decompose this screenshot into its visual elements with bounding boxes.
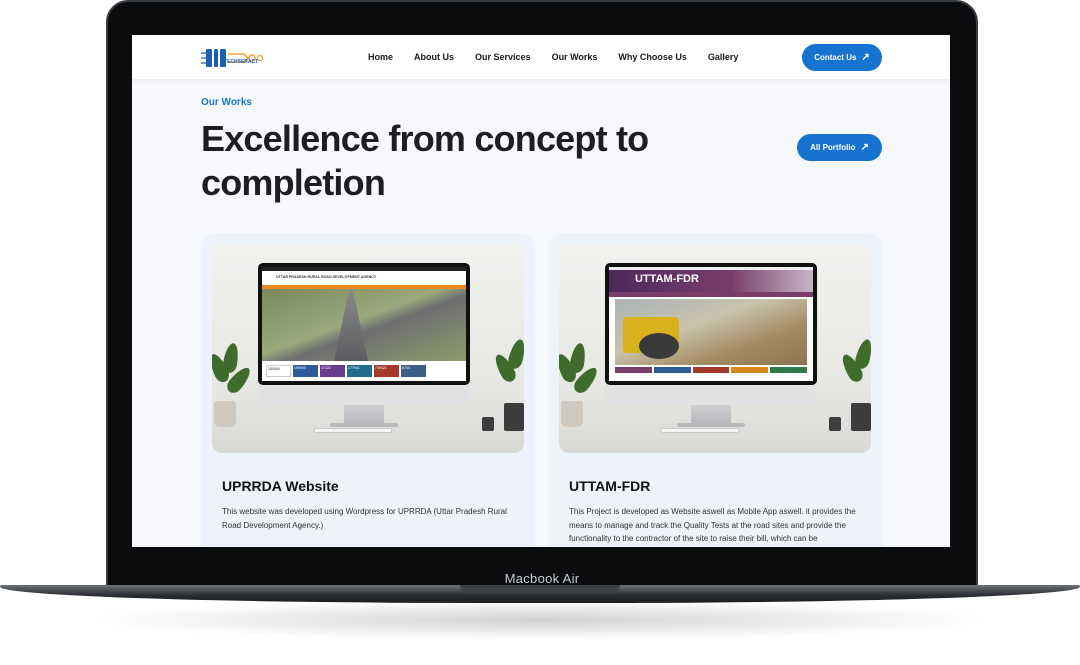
imac-foot [330, 423, 398, 427]
arrow-up-right-icon: ↗ [861, 51, 870, 63]
nav-our-works[interactable]: Our Works [552, 52, 598, 62]
preview-roller-drum [639, 333, 679, 359]
imac-screen: UTTAR PRADESH RURAL ROAD DEVELOPMENT AGE… [258, 263, 470, 385]
work-card-uprrda[interactable]: UTTAR PRADESH RURAL ROAD DEVELOPMENT AGE… [201, 233, 535, 547]
contact-us-button[interactable]: Contact Us ↗ [802, 44, 882, 71]
preview-stat: 739421 [374, 365, 399, 377]
preview-stat: 177941 [347, 365, 372, 377]
imac-stand [691, 405, 731, 425]
section-eyebrow: Our Works [201, 97, 252, 108]
preview-header: UTTAR PRADESH RURAL ROAD DEVELOPMENT AGE… [262, 271, 466, 285]
preview-stats: 180556 159940 47222 177941 739421 8754 [266, 365, 426, 377]
leaf-icon [568, 342, 588, 374]
logo-icon [201, 49, 264, 67]
card-description: This website was developed using Wordpre… [222, 507, 507, 530]
nav-why-choose-us[interactable]: Why Choose Us [618, 52, 687, 62]
preview-nav [609, 292, 813, 297]
card-title: UTTAM-FDR [569, 478, 651, 494]
main-nav: Home About Us Our Services Our Works Why… [368, 52, 759, 62]
imac-chin [258, 385, 470, 405]
project-image: UTTAM-FDR [559, 243, 871, 453]
imac-chin [605, 385, 817, 405]
preview-stats [615, 367, 807, 373]
laptop-notch [460, 585, 620, 593]
leaf-icon [221, 342, 241, 374]
preview-stat [770, 367, 807, 373]
plant-pot-icon [851, 403, 871, 431]
small-plant-icon [482, 417, 494, 431]
site-header: TECHSERACT Home About Us Our Services Ou… [132, 35, 950, 79]
keyboard-icon [314, 428, 392, 433]
imac-stand [344, 405, 384, 425]
leaf-icon [853, 337, 871, 371]
leaf-icon [506, 337, 524, 371]
preview-road [334, 289, 368, 361]
nav-gallery[interactable]: Gallery [708, 52, 739, 62]
preview-stat: 180556 [266, 365, 291, 377]
preview-stat: 8754 [401, 365, 426, 377]
preview-header: UTTAM-FDR [609, 270, 813, 292]
preview-stat: 159940 [293, 365, 318, 377]
preview-stat [692, 367, 730, 373]
nav-about-us[interactable]: About Us [414, 52, 454, 62]
preview-stat [615, 367, 652, 373]
small-plant-icon [829, 417, 841, 431]
card-description: This Project is developed as Website asw… [569, 507, 856, 543]
imac-screen: UTTAM-FDR [605, 263, 817, 385]
all-portfolio-button[interactable]: All Portfolio ↗ [797, 134, 882, 161]
project-image: UTTAR PRADESH RURAL ROAD DEVELOPMENT AGE… [212, 243, 524, 453]
preview-roller-photo [615, 299, 807, 365]
website-preview: UTTAR PRADESH RURAL ROAD DEVELOPMENT AGE… [262, 267, 466, 381]
work-card-uttam-fdr[interactable]: UTTAM-FDR UTTAM-FDR This Project is deve… [548, 233, 882, 547]
preview-stat [653, 367, 691, 373]
keyboard-icon [661, 428, 739, 433]
preview-stat [731, 367, 769, 373]
nav-our-services[interactable]: Our Services [475, 52, 531, 62]
website-preview: UTTAM-FDR [609, 267, 813, 381]
preview-title: UTTAM-FDR [635, 273, 699, 285]
section-headline: Excellence from concept to completion [201, 118, 649, 203]
logo-text: TECHSERACT [224, 59, 259, 65]
plant-pot-icon [504, 403, 524, 431]
all-portfolio-label: All Portfolio [810, 143, 856, 152]
contact-us-label: Contact Us [814, 53, 857, 62]
preview-stat: 47222 [320, 365, 345, 377]
card-title: UPRRDA Website [222, 478, 339, 494]
logo[interactable] [200, 45, 272, 71]
website-screen: TECHSERACT Home About Us Our Services Ou… [132, 35, 950, 547]
arrow-up-right-icon: ↗ [860, 141, 869, 153]
preview-road-photo [262, 289, 466, 361]
laptop-shadow [90, 600, 990, 640]
plant-icon [214, 401, 236, 427]
preview-title: UTTAR PRADESH RURAL ROAD DEVELOPMENT AGE… [276, 275, 377, 279]
imac-foot [677, 423, 745, 427]
nav-home[interactable]: Home [368, 52, 393, 62]
plant-icon [561, 401, 583, 427]
